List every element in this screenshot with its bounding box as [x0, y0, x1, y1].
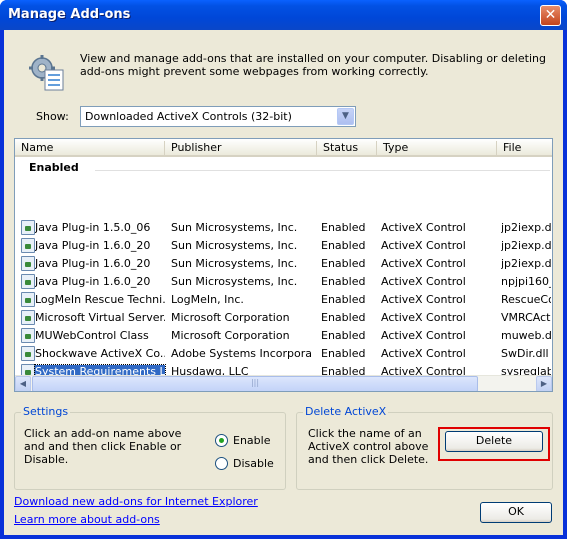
column-header-name[interactable]: Name [15, 141, 165, 156]
row-file: jp2iexp.dll [501, 257, 551, 270]
column-header-type[interactable]: Type [377, 141, 497, 156]
intro-description: View and manage add-ons that are install… [80, 52, 546, 78]
row-name[interactable]: Shockwave ActiveX Co... [35, 347, 165, 360]
chevron-down-icon[interactable]: ▼ [337, 108, 354, 125]
row-file: VMRCActiv [501, 311, 551, 324]
row-publisher: Microsoft Corporation [171, 311, 290, 324]
column-header-publisher[interactable]: Publisher [165, 141, 317, 156]
row-name[interactable]: LogMeIn Rescue Techni... [35, 293, 165, 306]
disable-radio-button[interactable] [215, 457, 228, 470]
row-publisher: Sun Microsystems, Inc. [171, 239, 298, 252]
enable-label[interactable]: Enable [233, 434, 270, 447]
activex-control-icon [21, 292, 35, 307]
row-file: RescueCor [501, 293, 551, 306]
table-row[interactable]: Java Plug-in 1.6.0_20 Sun Microsystems, I… [15, 237, 552, 255]
enable-radio-button[interactable] [215, 434, 228, 447]
show-label: Show: [36, 110, 69, 123]
horizontal-scrollbar[interactable]: ◀ ||| ▶ [15, 375, 552, 391]
table-row[interactable]: MUWebControl Class Microsoft Corporation E… [15, 327, 552, 345]
row-status: Enabled [321, 311, 366, 324]
row-type: ActiveX Control [381, 293, 466, 306]
activex-control-icon [21, 220, 35, 235]
addons-list[interactable]: Name Publisher Status Type File Enabled … [14, 138, 553, 392]
manage-addons-window: Manage Add-ons ✕ View and manage add-ons… [0, 0, 567, 539]
delete-activex-description: Click the name of an ActiveX control abo… [308, 427, 429, 466]
row-type: ActiveX Control [381, 311, 466, 324]
group-divider [95, 170, 550, 171]
show-dropdown[interactable]: Downloaded ActiveX Controls (32-bit) ▼ [80, 106, 356, 127]
row-publisher: Sun Microsystems, Inc. [171, 275, 298, 288]
table-row[interactable]: Java Plug-in 1.5.0_06 Sun Microsystems, I… [15, 219, 552, 237]
title-bar[interactable]: Manage Add-ons ✕ [0, 0, 567, 30]
table-row[interactable]: Java Plug-in 1.6.0_20 Sun Microsystems, I… [15, 273, 552, 291]
learn-more-link[interactable]: Learn more about add-ons [14, 513, 160, 526]
row-status: Enabled [321, 329, 366, 342]
activex-control-icon [21, 238, 35, 253]
delete-activex-title: Delete ActiveX [303, 405, 389, 418]
show-dropdown-value: Downloaded ActiveX Controls (32-bit) [85, 110, 292, 123]
row-file: SwDir.dll [501, 347, 549, 360]
row-type: ActiveX Control [381, 329, 466, 342]
row-file: npjpi160_2 [501, 275, 551, 288]
dialog-body: View and manage add-ons that are install… [4, 30, 563, 535]
row-status: Enabled [321, 275, 366, 288]
activex-control-icon [21, 346, 35, 361]
row-name[interactable]: Java Plug-in 1.5.0_06 [35, 221, 150, 234]
row-name[interactable]: MUWebControl Class [35, 329, 149, 342]
row-status: Enabled [321, 257, 366, 270]
row-name[interactable]: Java Plug-in 1.6.0_20 [35, 239, 150, 252]
delete-button[interactable]: Delete [445, 431, 543, 452]
close-button[interactable]: ✕ [540, 5, 561, 26]
table-row[interactable]: LogMeIn Rescue Techni... LogMeIn, Inc. Ena… [15, 291, 552, 309]
row-status: Enabled [321, 347, 366, 360]
row-type: ActiveX Control [381, 221, 466, 234]
activex-control-icon [21, 328, 35, 343]
ok-button[interactable]: OK [480, 502, 552, 523]
activex-control-icon [21, 274, 35, 289]
row-name[interactable]: Java Plug-in 1.6.0_20 [35, 275, 150, 288]
row-publisher: Sun Microsystems, Inc. [171, 257, 298, 270]
list-header: Name Publisher Status Type File [15, 139, 552, 157]
table-row[interactable]: Shockwave ActiveX Co... Adobe Systems Inc… [15, 345, 552, 363]
row-file: muweb.dll [501, 329, 551, 342]
download-addons-link[interactable]: Download new add-ons for Internet Explor… [14, 495, 258, 508]
column-header-file[interactable]: File [497, 141, 552, 156]
row-file: jp2iexp.dll [501, 239, 551, 252]
row-type: ActiveX Control [381, 275, 466, 288]
row-file: jp2iexp.dll [501, 221, 551, 234]
row-publisher: Adobe Systems Incorpora... [171, 347, 311, 360]
row-status: Enabled [321, 293, 366, 306]
window-title: Manage Add-ons [8, 7, 131, 22]
settings-description: Click an add-on name above and and then … [24, 427, 182, 466]
row-type: ActiveX Control [381, 257, 466, 270]
settings-group: Settings Click an add-on name above and … [14, 405, 286, 490]
group-header-enabled: Enabled [29, 161, 79, 174]
row-status: Enabled [321, 239, 366, 252]
row-type: ActiveX Control [381, 347, 466, 360]
activex-control-icon [21, 310, 35, 325]
activex-control-icon [21, 256, 35, 271]
row-type: ActiveX Control [381, 239, 466, 252]
scroll-left-icon[interactable]: ◀ [15, 376, 31, 391]
table-row[interactable]: Java Plug-in 1.6.0_20 Sun Microsystems, I… [15, 255, 552, 273]
table-row[interactable]: Microsoft Virtual Server... Microsoft Cor… [15, 309, 552, 327]
scroll-thumb[interactable]: ||| [32, 376, 478, 391]
row-publisher: Sun Microsystems, Inc. [171, 221, 298, 234]
settings-title: Settings [21, 405, 71, 418]
column-header-status[interactable]: Status [317, 141, 377, 156]
disable-label[interactable]: Disable [233, 457, 274, 470]
row-publisher: Microsoft Corporation [171, 329, 290, 342]
gear-checklist-icon [29, 55, 64, 91]
row-name[interactable]: Microsoft Virtual Server... [35, 311, 165, 324]
row-status: Enabled [321, 221, 366, 234]
row-name[interactable]: Java Plug-in 1.6.0_20 [35, 257, 150, 270]
row-publisher: LogMeIn, Inc. [171, 293, 244, 306]
scroll-right-icon[interactable]: ▶ [536, 376, 552, 391]
